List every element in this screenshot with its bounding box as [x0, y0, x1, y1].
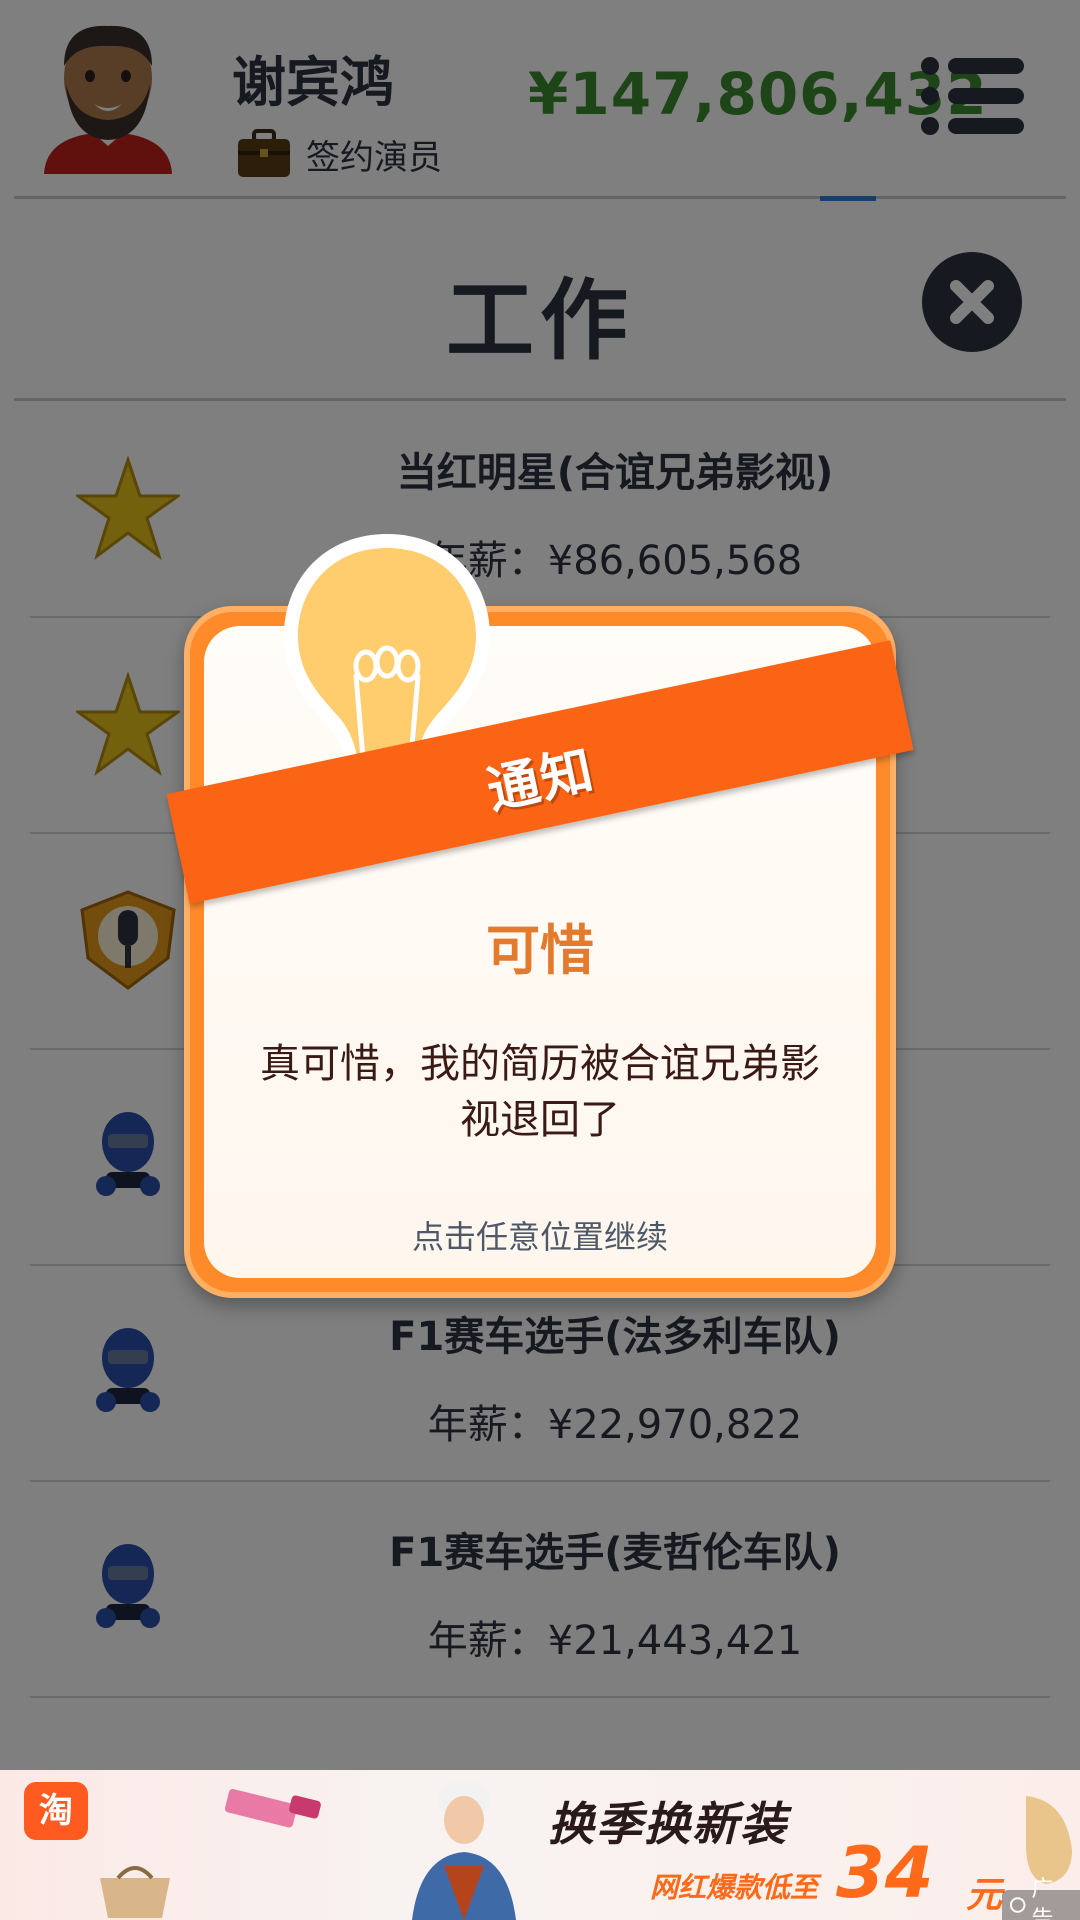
- ad-subline: 网红爆款低至: [650, 1871, 819, 1904]
- handbag-icon: [100, 1866, 170, 1918]
- taobao-logo: 淘: [24, 1782, 88, 1840]
- continue-hint[interactable]: 点击任意位置继续: [0, 1212, 1080, 1258]
- modal-heading: 可惜: [486, 919, 594, 982]
- ad-label-text: 广告: [1031, 1877, 1054, 1920]
- ad-price-unit: 元: [966, 1875, 1003, 1916]
- model-photo-icon: [412, 1780, 516, 1920]
- modal-message: 真可惜，我的简历被合谊兄弟影视退回了: [260, 1041, 820, 1143]
- ad-headline: 换季换新装: [548, 1797, 788, 1851]
- ad-label[interactable]: 广告: [1002, 1877, 1080, 1920]
- ad-price: 34: [836, 1832, 934, 1914]
- ad-info-icon: [1009, 1897, 1026, 1913]
- ad-banner[interactable]: 淘 换季换新装 网红爆款低至 34 元: [0, 1770, 1080, 1920]
- lipstick-icon: [224, 1788, 321, 1828]
